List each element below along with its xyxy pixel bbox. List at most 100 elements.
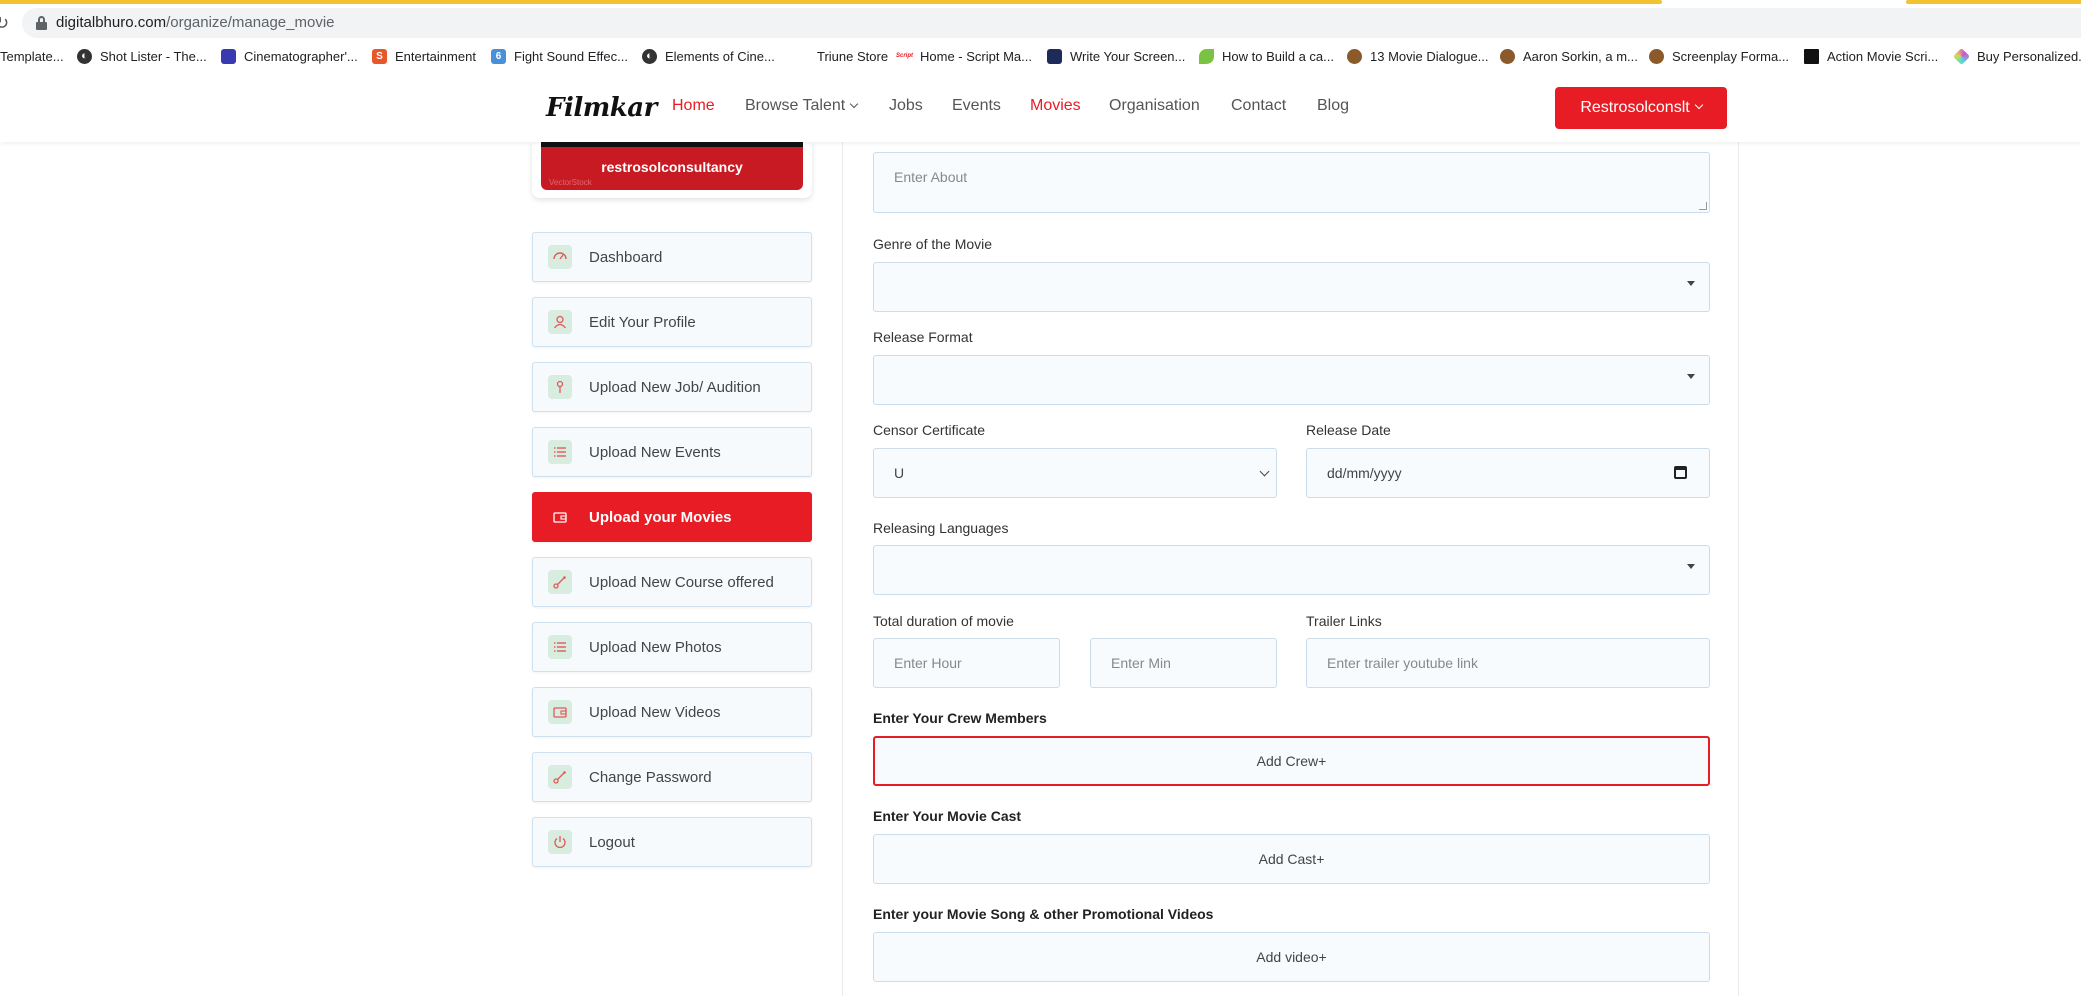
sidebar-item-upload-new-job-audition[interactable]: Upload New Job/ Audition (532, 362, 812, 412)
release-date-input[interactable]: dd/mm/yyyy (1306, 448, 1710, 498)
bookmark-item[interactable]: 13 Movie Dialogue... (1347, 45, 1489, 67)
bookmark-item[interactable]: ◐ Elements of Cine... (642, 45, 775, 67)
bookmark-item[interactable]: Template... (0, 45, 64, 67)
avatar-icon (1500, 48, 1515, 64)
globe-icon: ◐ (77, 48, 92, 64)
pin-icon (548, 375, 572, 399)
film-icon (221, 48, 236, 64)
bookmark-label: Triune Store (817, 48, 889, 64)
bookmark-label: Entertainment (395, 48, 476, 64)
nav-blog[interactable]: Blog (1317, 97, 1349, 115)
bookmark-label: 13 Movie Dialogue... (1370, 48, 1489, 64)
dashboard-icon (548, 245, 572, 269)
sidebar-item-upload-new-photos[interactable]: Upload New Photos (532, 622, 812, 672)
sidebar-item-label: Upload New Job/ Audition (589, 378, 761, 396)
bookmark-label: Buy Personalized... (1977, 48, 2081, 64)
sidebar-item-dashboard[interactable]: Dashboard (532, 232, 812, 282)
add-crew-button[interactable]: Add Crew+ (873, 736, 1710, 786)
bookmark-item[interactable]: Action Movie Scri... (1804, 45, 1938, 67)
sidebar-item-upload-new-events[interactable]: Upload New Events (532, 427, 812, 477)
movie-cast-label: Enter Your Movie Cast (873, 808, 1022, 824)
sidebar-item-label: Upload New Photos (589, 638, 722, 656)
add-video-button[interactable]: Add video+ (873, 932, 1710, 982)
sidebar-item-upload-your-movies[interactable]: Upload your Movies (532, 492, 812, 542)
nav-jobs[interactable]: Jobs (889, 97, 923, 115)
crew-members-label: Enter Your Crew Members (873, 710, 1047, 726)
bookmark-item[interactable]: Script Home - Script Ma... (896, 45, 1032, 67)
bookmark-item[interactable]: ◐ Shot Lister - The... (77, 45, 207, 67)
release-format-select[interactable] (873, 355, 1710, 405)
sidebar-item-logout[interactable]: Logout (532, 817, 812, 867)
hour-input[interactable]: Enter Hour (873, 638, 1060, 688)
dropdown-arrow-icon (1687, 374, 1695, 379)
profile-banner: restrosolconsultancy VectorStock (541, 142, 803, 190)
user-menu-button[interactable]: Restrosolconslt (1555, 87, 1727, 129)
minute-input[interactable]: Enter Min (1090, 638, 1277, 688)
leaf-icon (1199, 48, 1214, 64)
bookmark-item[interactable]: Aaron Sorkin, a m... (1500, 45, 1638, 67)
trailer-link-input[interactable]: Enter trailer youtube link (1306, 638, 1710, 688)
genre-select[interactable] (873, 262, 1710, 312)
blank-icon (794, 49, 809, 64)
site-logo[interactable]: Filmkar (546, 93, 657, 123)
bookmark-label: Screenplay Forma... (1672, 48, 1790, 64)
chevron-down-icon (1694, 100, 1703, 110)
nav-browse-talent[interactable]: Browse Talent (745, 97, 859, 115)
link-icon (548, 765, 572, 789)
sidebar-item-label: Upload New Events (589, 443, 721, 461)
sidebar-item-label: Change Password (589, 768, 712, 786)
sidebar-item-edit-your-profile[interactable]: Edit Your Profile (532, 297, 812, 347)
bookmark-label: Aaron Sorkin, a m... (1523, 48, 1638, 64)
nav-home[interactable]: Home (672, 97, 715, 115)
bookmark-label: Fight Sound Effec... (514, 48, 628, 64)
sidebar-item-upload-new-course-offered[interactable]: Upload New Course offered (532, 557, 812, 607)
about-textarea[interactable]: Enter About (873, 152, 1710, 213)
bookmark-item[interactable]: How to Build a ca... (1199, 45, 1334, 67)
url-field[interactable]: digitalbhuro.com/organize/manage_movie (22, 8, 2081, 38)
promo-videos-label: Enter your Movie Song & other Promotiona… (873, 906, 1214, 922)
bookmark-item[interactable]: Write Your Screen... (1047, 45, 1185, 67)
resize-handle-icon[interactable] (1699, 202, 1707, 210)
chevron-down-icon (1259, 466, 1270, 477)
bookmark-item[interactable]: Cinematographer'... (221, 45, 358, 67)
bookmark-item[interactable]: Screenplay Forma... (1649, 45, 1789, 67)
sidebar-item-upload-new-videos[interactable]: Upload New Videos (532, 687, 812, 737)
bookmark-item[interactable]: Triune Store (794, 45, 888, 67)
bookmark-item[interactable]: 6 Fight Sound Effec... (491, 45, 628, 67)
chevron-down-icon (849, 99, 859, 109)
nav-organisation[interactable]: Organisation (1109, 97, 1200, 115)
bookmark-label: How to Build a ca... (1222, 48, 1334, 64)
url-text: digitalbhuro.com/organize/manage_movie (56, 14, 335, 31)
nav-events[interactable]: Events (952, 97, 1001, 115)
trailer-links-label: Trailer Links (1306, 613, 1382, 629)
reload-icon[interactable]: ↻ (0, 13, 9, 34)
nav-movies[interactable]: Movies (1030, 97, 1081, 115)
calendar-icon[interactable] (1674, 466, 1687, 479)
sidebar-item-label: Upload your Movies (589, 508, 732, 526)
clapper-icon (1804, 48, 1819, 64)
releasing-languages-select[interactable] (873, 545, 1710, 595)
add-cast-button[interactable]: Add Cast+ (873, 834, 1710, 884)
square-icon (1047, 48, 1062, 64)
bookmarks-bar: Template... ◐ Shot Lister - The... Cinemato… (0, 41, 2081, 71)
panel-border-left (842, 142, 843, 996)
sidebar-item-label: Edit Your Profile (589, 313, 696, 331)
bookmark-item[interactable]: S Entertainment (372, 45, 476, 67)
release-date-label: Release Date (1306, 422, 1391, 438)
duration-label: Total duration of movie (873, 613, 1014, 629)
sidebar-item-change-password[interactable]: Change Password (532, 752, 812, 802)
power-icon (548, 830, 572, 854)
six-icon: 6 (491, 48, 506, 64)
bookmark-item[interactable]: Buy Personalized... (1953, 45, 2081, 67)
nav-contact[interactable]: Contact (1231, 97, 1286, 115)
release-format-label: Release Format (873, 329, 973, 345)
site-header: Filmkar Home Browse Talent Jobs Events M… (0, 71, 2081, 142)
watermark-text: VectorStock (549, 178, 592, 187)
sidebar-item-label: Upload New Course offered (589, 573, 774, 591)
genre-label: Genre of the Movie (873, 236, 993, 252)
cube-icon (1953, 47, 1970, 65)
bookmark-label: Elements of Cine... (665, 48, 775, 64)
bookmark-label: Template... (0, 48, 64, 64)
censor-certificate-select[interactable]: U (873, 448, 1277, 498)
lock-icon[interactable] (36, 16, 47, 30)
